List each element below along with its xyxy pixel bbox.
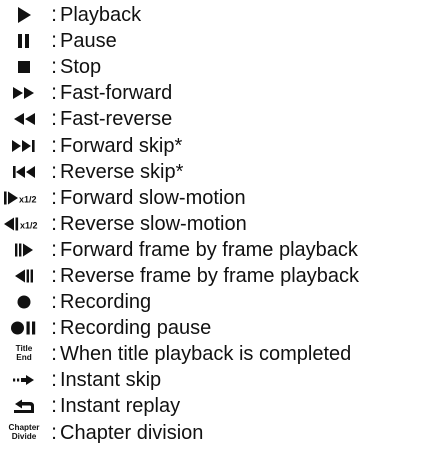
separator-colon: : [51, 107, 57, 131]
fast-reverse-icon [0, 106, 48, 132]
legend-row-forward-skip: : Forward skip* [0, 132, 426, 158]
separator-colon: : [51, 290, 57, 314]
legend-label: Fast-forward [60, 82, 173, 105]
separator-colon: : [51, 55, 57, 79]
separator-colon: : [51, 342, 57, 366]
reverse-slow-motion-icon: x1/2 [0, 211, 48, 237]
separator-colon: : [51, 81, 57, 105]
legend-label: Forward frame by frame playback [60, 238, 358, 261]
legend-row-recording: : Recording [0, 289, 426, 315]
pause-icon [0, 28, 48, 54]
slow-motion-speed-text: x1/2 [20, 220, 38, 230]
record-pause-icon [0, 315, 48, 341]
legend-label: When title playback is completed [60, 343, 352, 366]
legend-label: Reverse slow-motion [60, 212, 247, 235]
instant-replay-icon [0, 393, 48, 419]
legend-row-reverse-frame: : Reverse frame by frame playback [0, 263, 426, 289]
legend-row-fast-forward: : Fast-forward [0, 80, 426, 106]
legend-row-recording-pause: : Recording pause [0, 315, 426, 341]
legend-label: Pause [60, 30, 117, 53]
chapter-divide-icon-line-2: Divide [11, 431, 37, 441]
legend-row-pause: : Pause [0, 28, 426, 54]
separator-colon: : [51, 420, 57, 444]
legend-label: Stop [60, 56, 102, 79]
legend-row-reverse-slow-motion: x1/2 : Reverse slow-motion [0, 211, 426, 237]
separator-colon: : [51, 368, 57, 392]
separator-colon: : [51, 3, 57, 27]
stop-icon [0, 54, 48, 80]
play-icon [0, 2, 48, 28]
legend-row-title-end: Title End : When title playback is compl… [0, 341, 426, 367]
forward-frame-icon [0, 237, 48, 263]
legend-row-instant-skip: : Instant skip [0, 367, 426, 393]
title-end-icon-line-2: End [16, 353, 32, 363]
legend-row-forward-slow-motion: x1/2 : Forward slow-motion [0, 185, 426, 211]
legend-row-stop: : Stop [0, 54, 426, 80]
separator-colon: : [51, 211, 57, 235]
legend-row-forward-frame: : Forward frame by frame playback [0, 237, 426, 263]
separator-colon: : [51, 237, 57, 261]
chapter-divide-icon: Chapter Divide [0, 420, 48, 446]
reverse-frame-icon [0, 263, 48, 289]
playback-symbol-legend: : Playback : Pause : Stop : Fast-forward… [0, 2, 426, 446]
legend-label: Reverse frame by frame playback [60, 264, 360, 287]
fast-forward-icon [0, 80, 48, 106]
separator-colon: : [51, 316, 57, 340]
legend-row-instant-replay: : Instant replay [0, 393, 426, 419]
slow-motion-speed-text: x1/2 [19, 194, 37, 204]
legend-row-reverse-skip: : Reverse skip* [0, 159, 426, 185]
legend-row-playback: : Playback [0, 2, 426, 28]
legend-label: Instant replay [60, 395, 181, 418]
separator-colon: : [51, 29, 57, 53]
legend-row-fast-reverse: : Fast-reverse [0, 106, 426, 132]
forward-skip-icon [0, 133, 48, 159]
legend-label: Reverse skip* [60, 160, 184, 183]
instant-skip-icon [0, 367, 48, 393]
separator-colon: : [51, 185, 57, 209]
separator-colon: : [51, 394, 57, 418]
legend-label: Forward skip* [60, 134, 183, 157]
legend-label: Forward slow-motion [60, 186, 246, 209]
separator-colon: : [51, 159, 57, 183]
legend-label: Fast-reverse [60, 108, 173, 131]
title-end-icon: Title End [0, 341, 48, 367]
legend-label: Playback [60, 4, 142, 27]
legend-label: Chapter division [60, 421, 204, 444]
legend-row-chapter-division: Chapter Divide : Chapter division [0, 420, 426, 446]
reverse-skip-icon [0, 159, 48, 185]
legend-label: Instant skip [60, 369, 162, 392]
legend-label: Recording pause [60, 317, 212, 340]
record-icon [0, 289, 48, 315]
separator-colon: : [51, 133, 57, 157]
legend-label: Recording [60, 291, 152, 314]
forward-slow-motion-icon: x1/2 [0, 185, 48, 211]
separator-colon: : [51, 263, 57, 287]
